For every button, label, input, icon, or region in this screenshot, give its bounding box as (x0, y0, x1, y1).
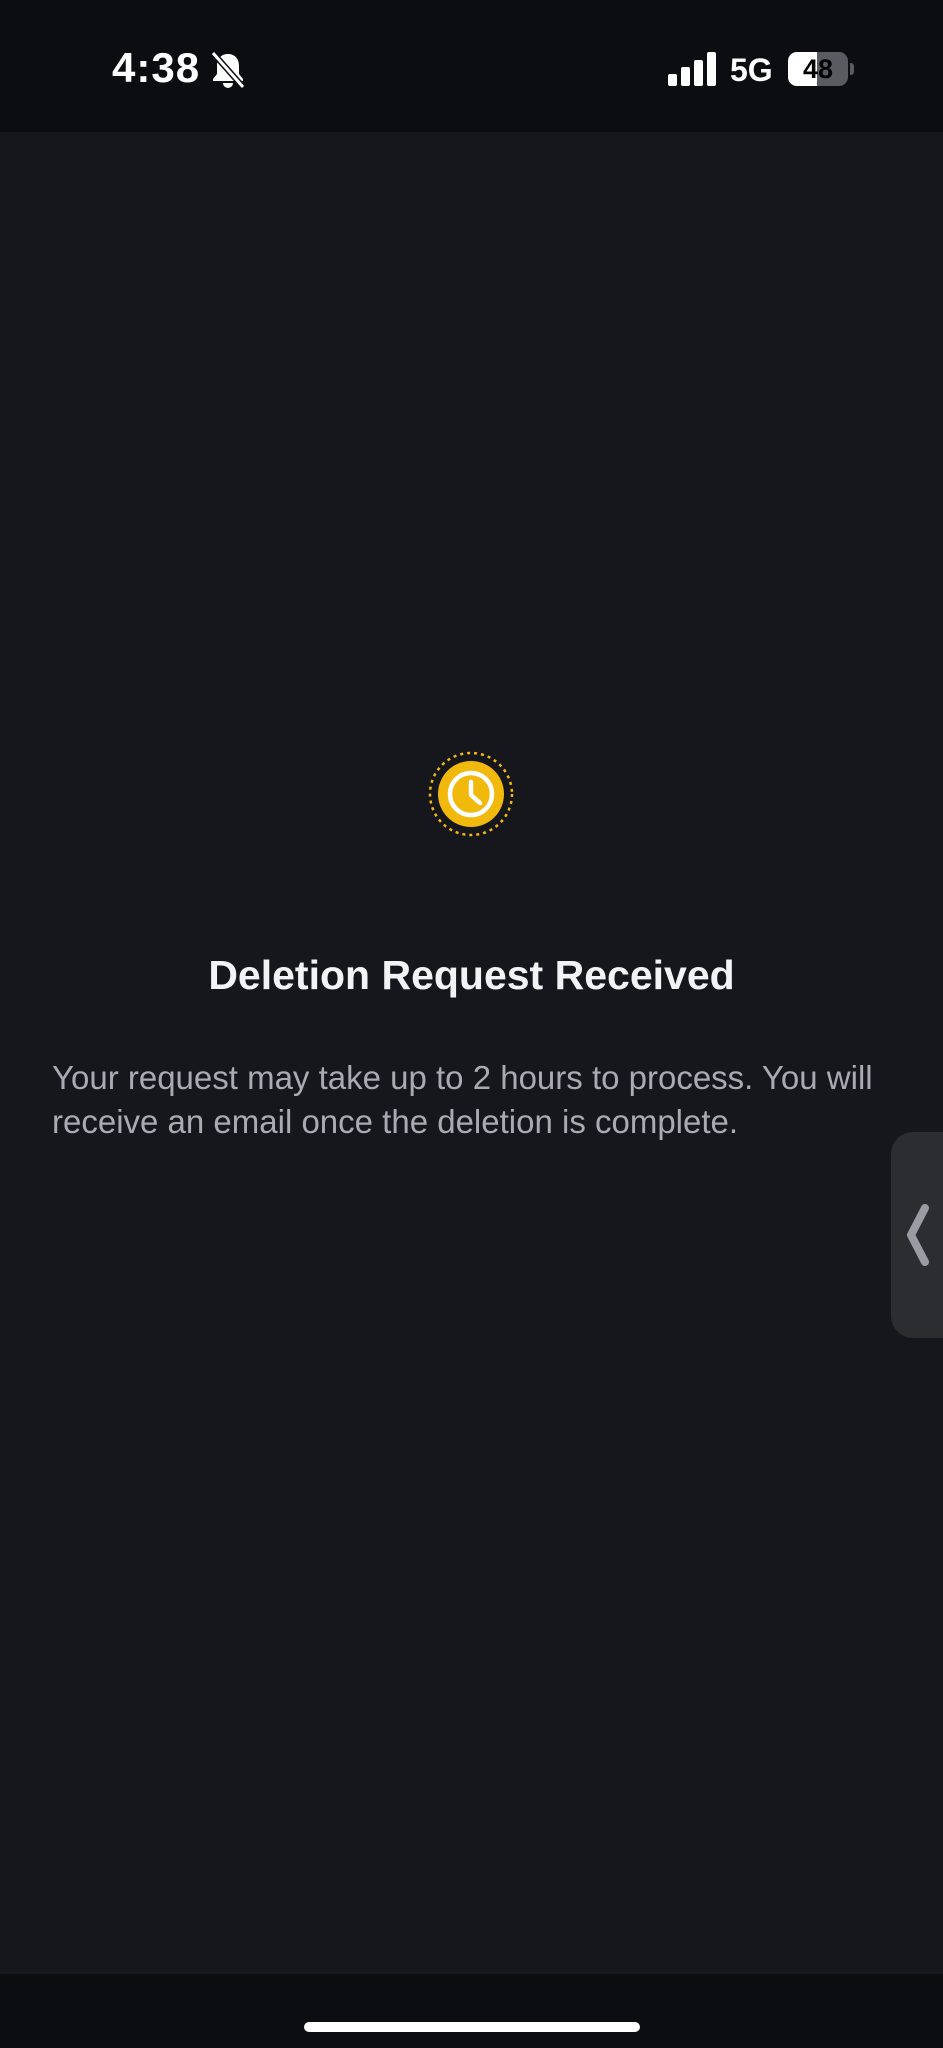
battery-level: 48 (802, 54, 834, 84)
home-area (0, 1974, 943, 2048)
confirmation-message: Your request may take up to 2 hours to p… (52, 1059, 873, 1140)
side-drawer-handle[interactable] (891, 1132, 943, 1338)
cellular-signal-icon (668, 52, 718, 86)
confirmation-title: Deletion Request Received (208, 952, 735, 998)
home-indicator[interactable] (304, 2022, 640, 2032)
screen: 4:38 5G 48 Deletion Request Received You… (0, 0, 943, 2048)
network-type: 5G (730, 52, 773, 88)
status-time: 4:38 (112, 44, 201, 91)
confirmation-screen: Deletion Request Received Your request m… (0, 132, 943, 1974)
clock-icon (427, 750, 515, 838)
battery-body: 48 (788, 52, 848, 86)
bell-muted-icon (210, 50, 246, 90)
status-bar: 4:38 5G 48 (0, 0, 943, 132)
chevron-left-icon (907, 1204, 929, 1266)
battery-cap (850, 63, 854, 75)
battery-icon: 48 (788, 52, 854, 86)
